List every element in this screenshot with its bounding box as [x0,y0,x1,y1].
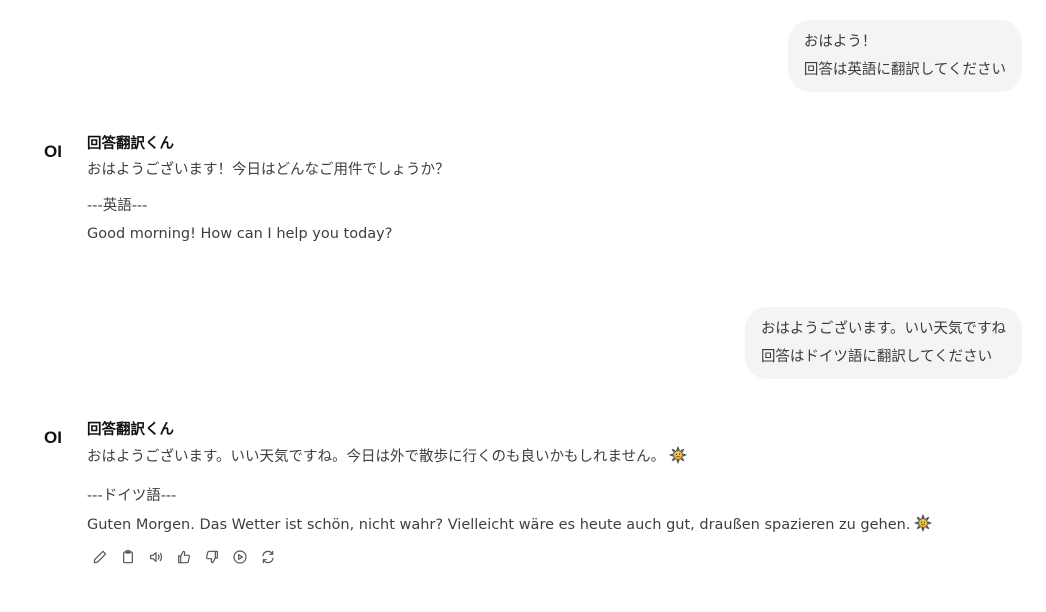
chat-container: おはよう！ 回答は英語に翻訳してください OI 回答翻訳くん おはようございます… [0,0,1046,612]
assistant-reply: おはようございます。いい天気ですね。今日は外で散歩に行くのも良いかもしれません。 [87,449,666,465]
thumbs-down-icon[interactable] [203,548,221,566]
assistant-message-body: 回答翻訳くん おはようございます！今日はどんなご用件でしょうか？ ---英語--… [87,134,1022,244]
translation-separator: ---ドイツ語--- [87,488,177,504]
assistant-translation: Guten Morgen. Das Wetter ist schön, nich… [87,517,911,533]
assistant-translation: Good morning! How can I help you today? [87,226,393,242]
translation-separator: ---英語--- [87,198,148,214]
user-message-line: おはようございます。いい天気ですね [760,321,1006,337]
copy-icon[interactable] [119,548,137,566]
message-action-toolbar [91,548,1022,566]
assistant-avatar: OI [44,428,62,447]
user-message: おはようございます。いい天気ですね 回答はドイツ語に翻訳してください [744,307,1022,379]
user-message-line: 回答はドイツ語に翻訳してください [760,349,993,365]
user-message: おはよう！ 回答は英語に翻訳してください [787,20,1022,92]
assistant-translation-line: Guten Morgen. Das Wetter ist schön, nich… [87,513,1022,538]
continue-icon[interactable] [231,548,249,566]
assistant-name: 回答翻訳くん [87,422,174,438]
assistant-avatar: OI [44,142,62,161]
assistant-reply-line: おはようございます。いい天気ですね。今日は外で散歩に行くのも良いかもしれません。 [87,445,1022,470]
thumbs-up-icon[interactable] [175,548,193,566]
assistant-reply: おはようございます！今日はどんなご用件でしょうか？ [87,162,450,178]
read-aloud-icon[interactable] [147,548,165,566]
regenerate-icon[interactable] [259,548,277,566]
assistant-name: 回答翻訳くん [87,136,174,152]
user-message-line: おはよう！ [803,34,877,50]
user-message-line: 回答は英語に翻訳してください [803,62,1006,78]
assistant-message-body: 回答翻訳くん おはようございます。いい天気ですね。今日は外で散歩に行くのも良いか… [87,420,1022,566]
sun-emoji-icon [914,513,933,538]
sun-emoji-icon [669,445,688,470]
edit-icon[interactable] [91,548,109,566]
